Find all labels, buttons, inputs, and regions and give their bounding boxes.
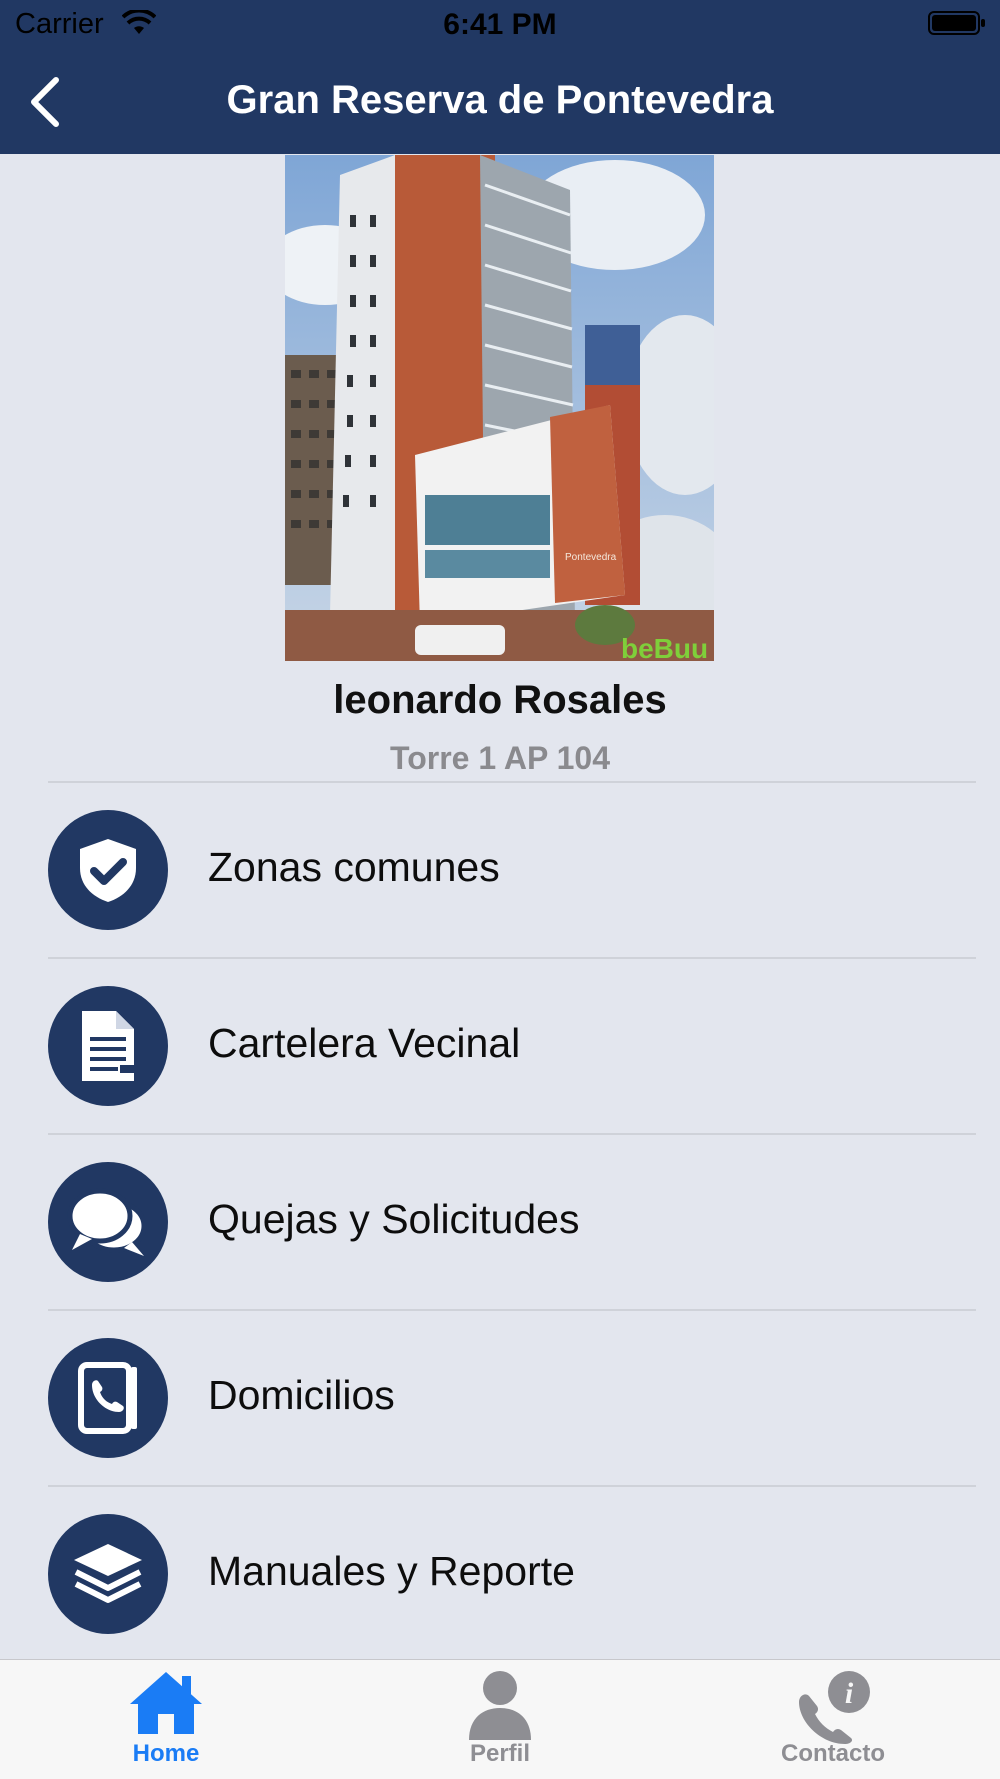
battery-icon [928,11,985,35]
status-bar: Carrier 6:41 PM [0,0,1000,50]
phone-info-icon: i [799,1671,870,1744]
shield-check-icon [48,810,168,930]
building-image: Pontevedra beBuu [285,155,714,661]
divider [48,957,976,959]
tab-label: Perfil [469,1740,531,1767]
watermark: beBuu [621,633,708,661]
chat-bubbles-icon [48,1162,168,1282]
building-sign: Pontevedra [565,552,617,563]
tab-bar: Home Perfil i Contacto [0,1659,1000,1779]
menu-item-label: Domicilios [208,1372,395,1418]
tab-label: Home [132,1740,200,1767]
navigation-bar: Gran Reserva de Pontevedra [0,50,1000,154]
status-time: 6:41 PM [443,8,557,41]
tab-home[interactable]: Home [66,1660,266,1779]
phone-book-icon [48,1338,168,1458]
menu-item-cartelera-vecinal[interactable]: Cartelera Vecinal [48,964,976,1114]
menu-item-manuales-reporte[interactable]: Manuales y Reporte [48,1492,976,1642]
person-icon [469,1671,531,1740]
divider [48,1309,976,1311]
tab-contacto[interactable]: i Contacto [733,1660,933,1779]
divider [48,1133,976,1135]
menu-item-quejas-solicitudes[interactable]: Quejas y Solicitudes [48,1140,976,1290]
svg-text:i: i [845,1677,854,1710]
menu-item-label: Manuales y Reporte [208,1548,575,1594]
home-icon [130,1672,202,1734]
menu-item-label: Cartelera Vecinal [208,1020,521,1066]
tab-label: Contacto [781,1740,885,1767]
tab-perfil[interactable]: Perfil [400,1660,600,1779]
menu-item-label: Zonas comunes [208,844,500,890]
menu-item-zonas-comunes[interactable]: Zonas comunes [48,788,976,938]
user-unit: Torre 1 AP 104 [390,740,610,776]
user-name: leonardo Rosales [333,678,667,722]
page-title: Gran Reserva de Pontevedra [226,78,774,122]
divider [48,1485,976,1487]
menu-item-label: Quejas y Solicitudes [208,1196,580,1242]
layers-icon [48,1514,168,1634]
divider [48,781,976,783]
document-icon [48,986,168,1106]
menu-item-domicilios[interactable]: Domicilios [48,1316,976,1466]
